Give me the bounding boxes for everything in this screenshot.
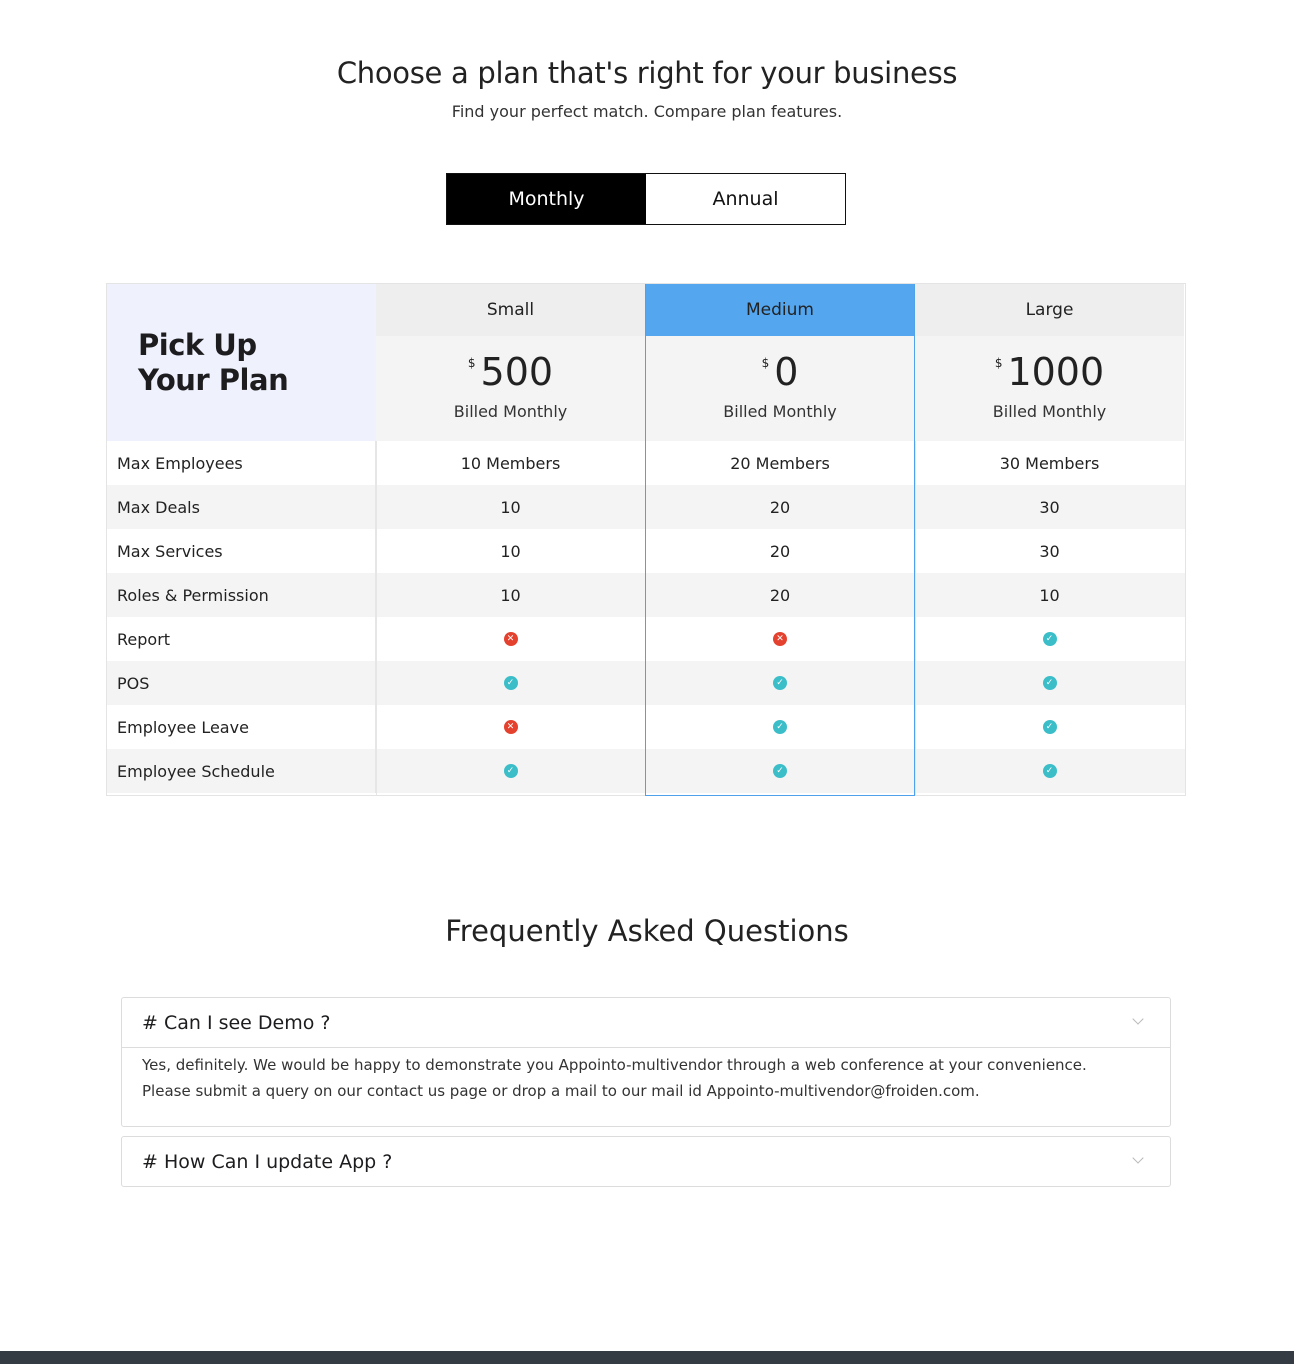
page-title: Choose a plan that's right for your busi… — [336, 56, 958, 90]
feature-value-large: ✓ — [915, 661, 1184, 705]
pricing-table: Pick Up Your Plan Small $ 500 Billed Mon… — [106, 283, 1186, 796]
chevron-down-icon — [1132, 1152, 1144, 1164]
feature-label: POS — [107, 661, 376, 705]
pick-plan-heading: Pick Up Your Plan — [107, 284, 376, 441]
faq-answer-demo: Yes, definitely. We would be happy to de… — [122, 1047, 1170, 1126]
feature-value-large: ✓ — [915, 705, 1184, 749]
feature-label: Report — [107, 617, 376, 661]
plan-large-price: 1000 — [1007, 350, 1105, 394]
feature-value-large: 30 — [1039, 541, 1060, 561]
plan-small-name: Small — [376, 284, 645, 336]
faq-question-update[interactable]: # How Can I update App ? — [122, 1137, 1170, 1186]
cross-circle-icon: ✕ — [503, 632, 518, 646]
faq-item-demo: # Can I see Demo ? Yes, definitely. We w… — [121, 997, 1171, 1127]
feature-label: Max Employees — [107, 441, 376, 485]
annual-toggle-button[interactable]: Annual — [646, 174, 845, 224]
monthly-toggle-button[interactable]: Monthly — [447, 174, 646, 224]
faq-item-update: # How Can I update App ? — [121, 1136, 1171, 1187]
pick-plan-line-2: Your Plan — [138, 363, 289, 397]
plan-large-name: Large — [915, 284, 1184, 336]
feature-value-large: 30 — [1039, 497, 1060, 517]
feature-label: Max Deals — [107, 485, 376, 529]
footer-bar — [0, 1351, 1294, 1364]
check-circle-icon: ✓ — [1042, 764, 1057, 778]
feature-label: Roles & Permission — [107, 573, 376, 617]
billing-toggle: Monthly Annual — [446, 173, 846, 225]
check-circle-icon: ✓ — [503, 676, 518, 690]
plan-medium-highlight — [645, 284, 915, 796]
feature-value-small: ✕ — [376, 617, 645, 661]
faq-question-demo[interactable]: # Can I see Demo ? — [122, 998, 1170, 1047]
plan-large-billing: Billed Monthly — [992, 402, 1107, 421]
page-subtitle: Find your perfect match. Compare plan fe… — [451, 102, 843, 121]
check-circle-icon: ✓ — [1042, 676, 1057, 690]
feature-value-small: ✓ — [376, 661, 645, 705]
column-divider — [915, 441, 916, 795]
faq-question-text: # How Can I update App ? — [142, 1150, 393, 1173]
feature-value-small: ✕ — [376, 705, 645, 749]
feature-value-small: 10 Members — [460, 453, 561, 473]
feature-value-large: 10 — [1039, 585, 1060, 605]
pick-plan-line-1: Pick Up — [138, 328, 257, 362]
plan-small-price-box: $ 500 Billed Monthly — [376, 336, 645, 441]
feature-label: Employee Schedule — [107, 749, 376, 793]
feature-value-large: ✓ — [915, 749, 1184, 793]
check-circle-icon: ✓ — [503, 764, 518, 778]
cross-circle-icon: ✕ — [503, 720, 518, 734]
faq-question-text: # Can I see Demo ? — [142, 1011, 331, 1034]
column-divider — [376, 441, 377, 795]
check-circle-icon: ✓ — [1042, 632, 1057, 646]
feature-label: Max Services — [107, 529, 376, 573]
feature-value-small: ✓ — [376, 749, 645, 793]
check-circle-icon: ✓ — [1042, 720, 1057, 734]
feature-value-large: 30 Members — [999, 453, 1100, 473]
feature-value-small: 10 — [500, 497, 521, 517]
page-header: Choose a plan that's right for your busi… — [0, 56, 1294, 121]
plan-large-price-box: $ 1000 Billed Monthly — [915, 336, 1184, 441]
plan-small-billing: Billed Monthly — [453, 402, 568, 421]
plan-small-price: 500 — [480, 350, 554, 394]
feature-label: Employee Leave — [107, 705, 376, 749]
chevron-down-icon — [1132, 1013, 1144, 1025]
feature-value-small: 10 — [500, 541, 521, 561]
feature-value-large: ✓ — [915, 617, 1184, 661]
faq-title: Frequently Asked Questions — [445, 914, 849, 948]
plan-small-currency: $ — [467, 356, 476, 370]
plan-large-currency: $ — [994, 356, 1003, 370]
feature-value-small: 10 — [500, 585, 521, 605]
